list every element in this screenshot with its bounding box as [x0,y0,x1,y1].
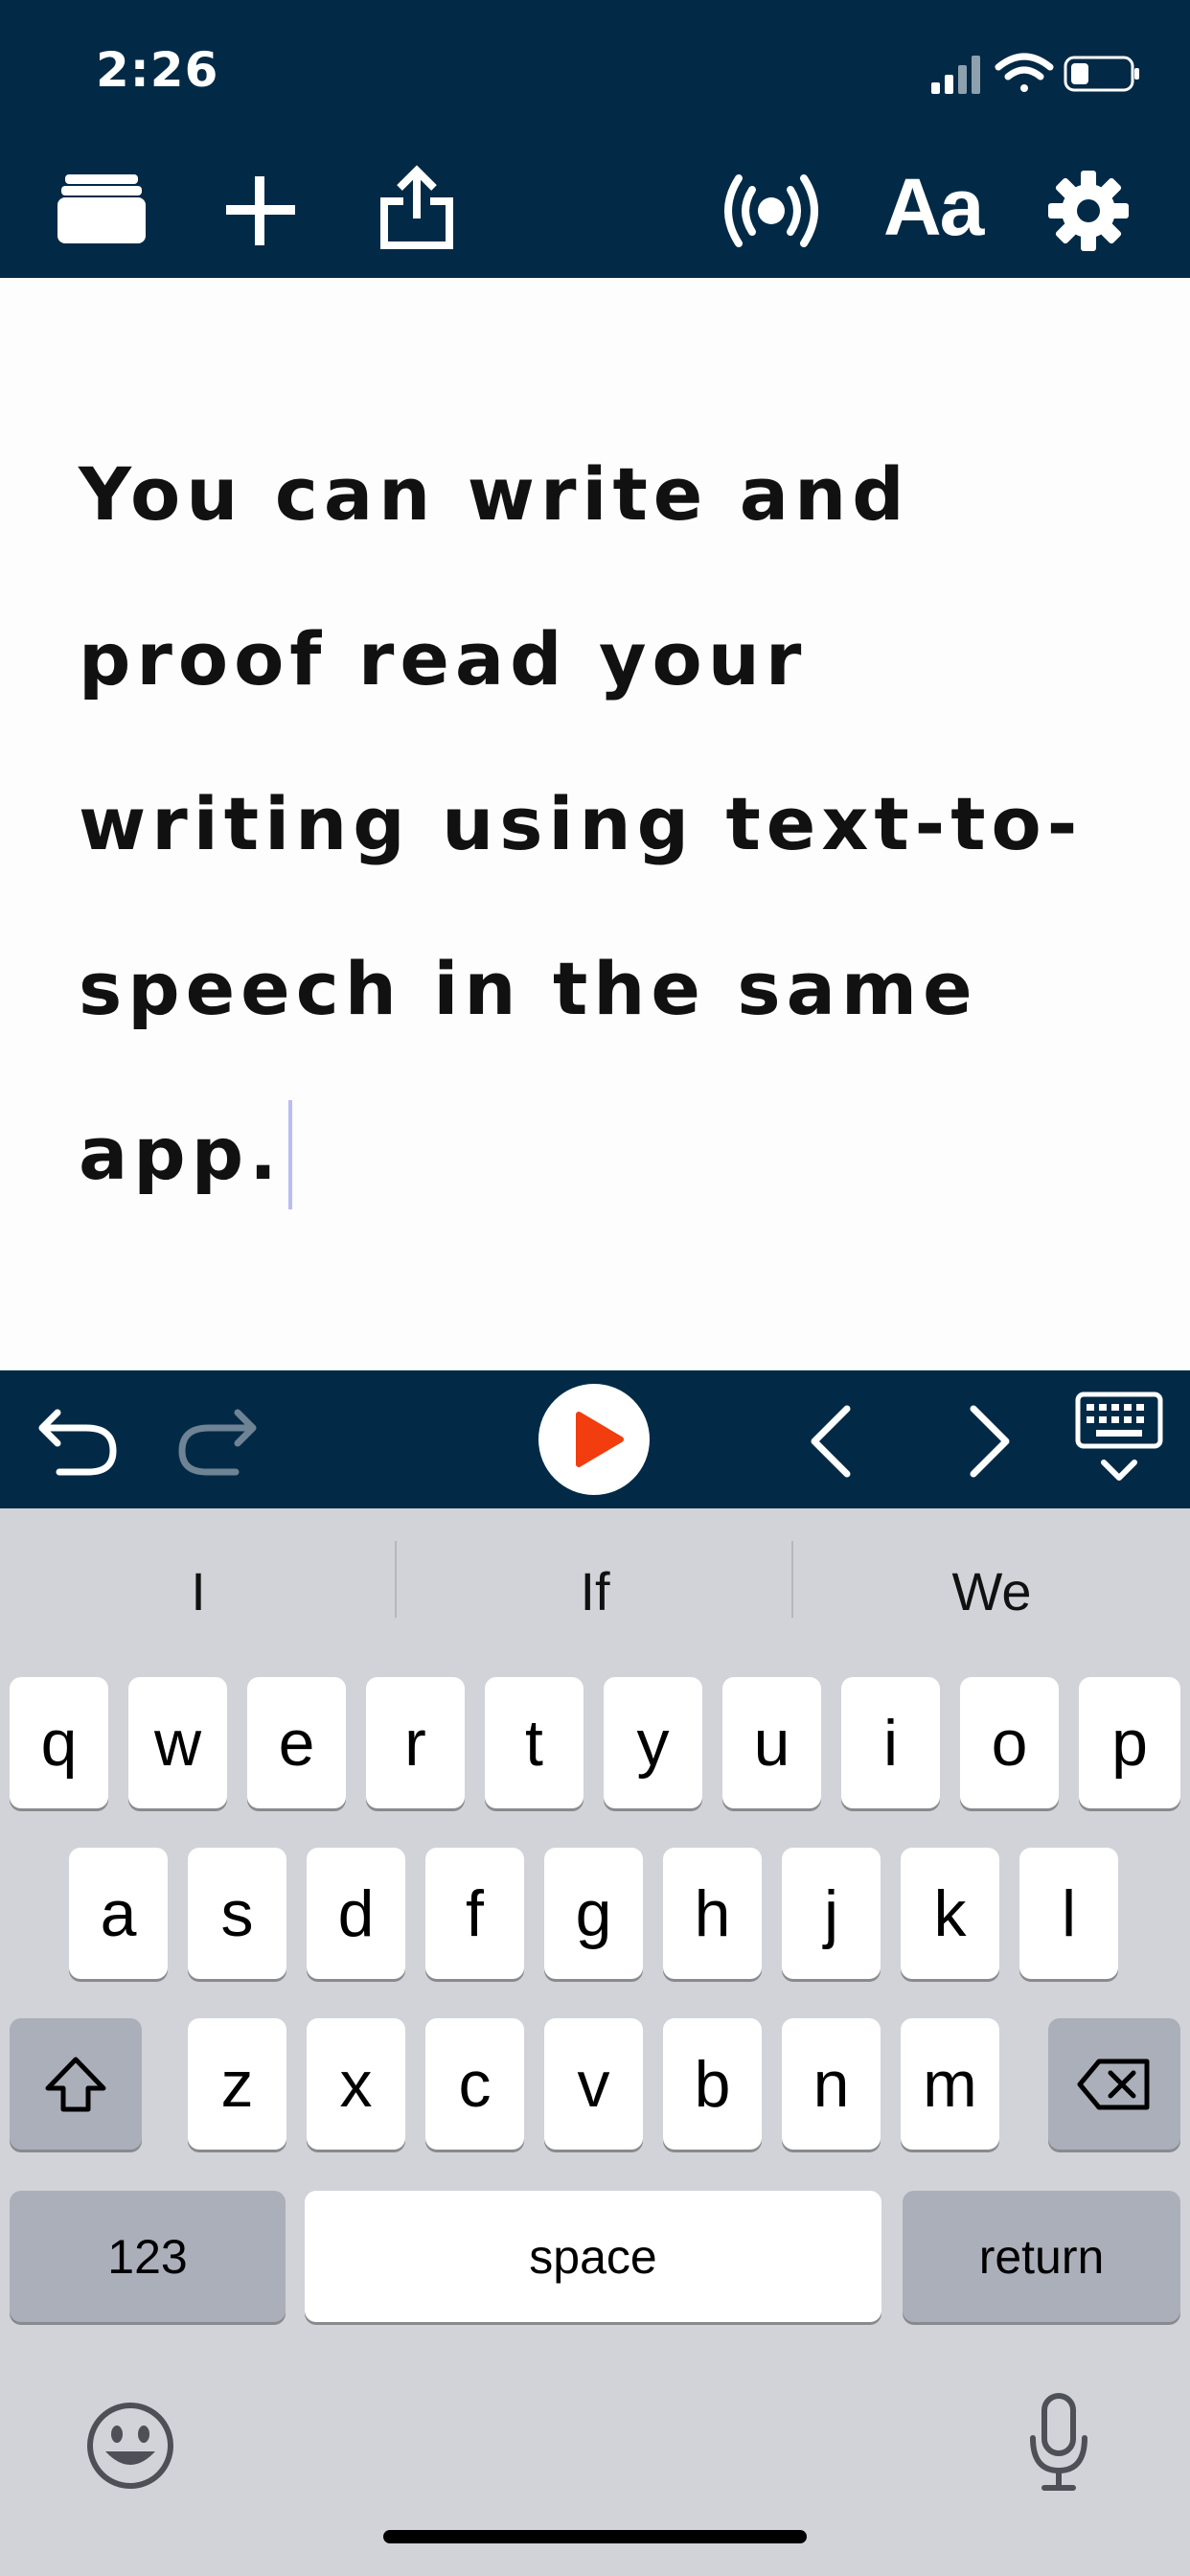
key-c[interactable]: c [425,2018,524,2150]
status-icons [931,52,1142,104]
keyboard: I If We q w e r t y u i o p a s d f g h … [0,1508,1190,2576]
chevron-left-icon[interactable] [807,1405,855,1478]
play-button[interactable] [537,1382,652,1497]
key-u[interactable]: u [722,1677,821,1808]
space-key[interactable]: space [305,2191,881,2322]
key-a[interactable]: a [69,1848,168,1979]
wifi-icon [995,53,1054,92]
battery-icon [1064,56,1139,92]
key-j[interactable]: j [782,1848,881,1979]
key-e[interactable]: e [247,1677,346,1808]
key-k[interactable]: k [901,1848,999,1979]
shift-icon [45,2057,106,2111]
key-h[interactable]: h [663,1848,762,1979]
plus-icon[interactable] [222,172,299,249]
key-b[interactable]: b [663,2018,762,2150]
delete-key[interactable] [1048,2018,1180,2150]
key-l[interactable]: l [1019,1848,1118,1979]
key-m[interactable]: m [901,2018,999,2150]
key-g[interactable]: g [544,1848,643,1979]
microphone-icon[interactable] [1025,2392,1092,2494]
document-text-area[interactable]: You can write and proof read your writin… [79,412,1133,1236]
numbers-key[interactable]: 123 [10,2191,286,2322]
key-w[interactable]: w [128,1677,227,1808]
key-n[interactable]: n [782,2018,881,2150]
suggestion-2[interactable]: If [397,1508,793,1673]
gear-icon[interactable] [1048,171,1129,251]
chevron-right-icon[interactable] [966,1405,1014,1478]
key-t[interactable]: t [485,1677,584,1808]
suggestion-3[interactable]: We [793,1508,1190,1673]
top-bar: 2:26 Aa [0,0,1190,278]
key-q[interactable]: q [10,1677,108,1808]
document-text: You can write and proof read your writin… [79,451,1084,1196]
broadcast-icon[interactable] [723,172,819,249]
key-i[interactable]: i [841,1677,940,1808]
undo-icon[interactable] [36,1407,119,1476]
key-r[interactable]: r [366,1677,465,1808]
emoji-icon[interactable] [86,2402,174,2490]
editor-area[interactable]: You can write and proof read your writin… [0,278,1190,1370]
folder-icon[interactable] [57,172,146,245]
suggestion-1[interactable]: I [0,1508,397,1673]
backspace-icon [1077,2058,1150,2109]
status-time: 2:26 [96,42,219,98]
text-caret [287,1100,292,1209]
key-y[interactable]: y [604,1677,702,1808]
return-key[interactable]: return [903,2191,1180,2322]
font-settings-icon[interactable]: Aa [883,161,984,254]
key-z[interactable]: z [188,2018,286,2150]
key-s[interactable]: s [188,1848,286,1979]
key-o[interactable]: o [960,1677,1059,1808]
keyboard-accessory-bar [0,1370,1190,1508]
key-p[interactable]: p [1079,1677,1180,1808]
key-x[interactable]: x [307,2018,405,2150]
cellular-signal-icon [931,56,980,94]
key-d[interactable]: d [307,1848,405,1979]
shift-key[interactable] [10,2018,142,2150]
key-f[interactable]: f [425,1848,524,1979]
keyboard-dismiss-icon[interactable] [1075,1392,1163,1487]
share-icon[interactable] [378,165,455,251]
home-indicator [383,2530,807,2543]
key-v[interactable]: v [544,2018,643,2150]
redo-icon[interactable] [176,1407,259,1476]
